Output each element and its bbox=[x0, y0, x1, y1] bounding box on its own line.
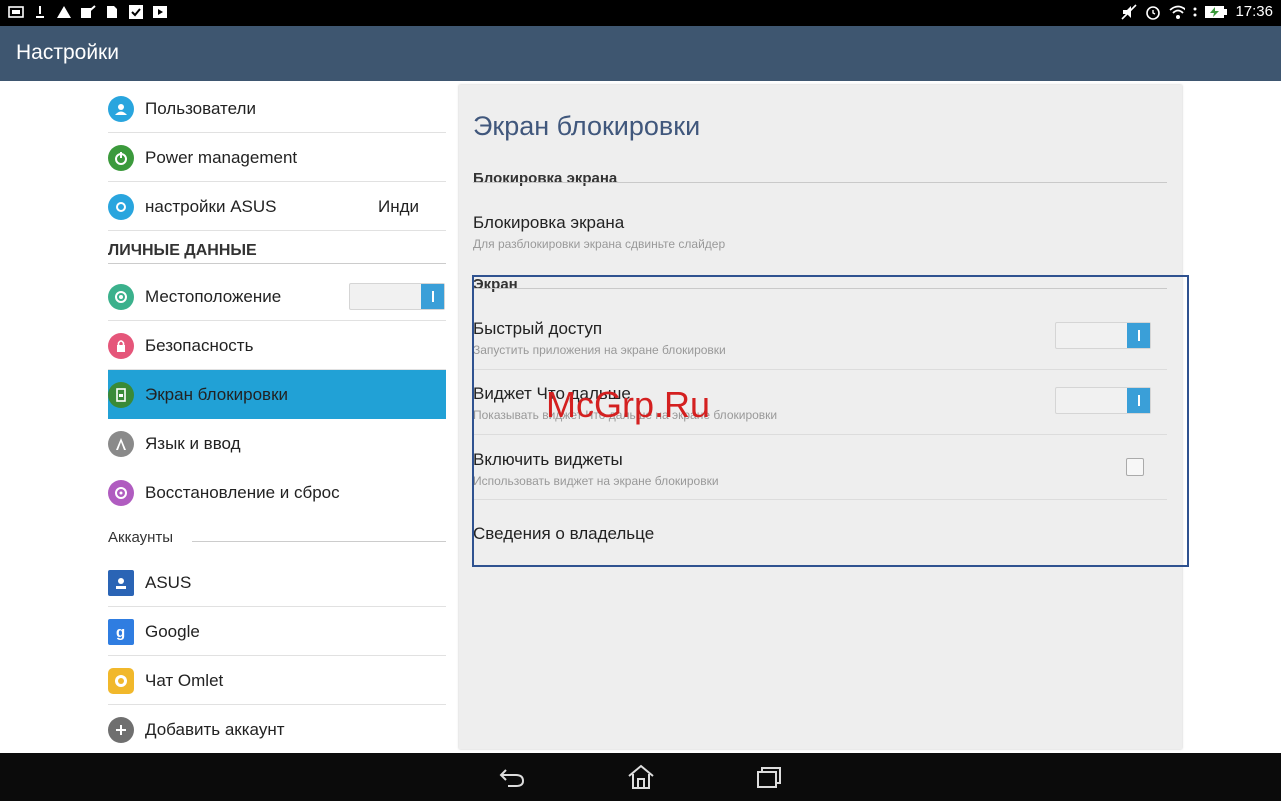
watermark: McGrp.Ru bbox=[546, 384, 711, 425]
page-title: Настройки bbox=[16, 41, 119, 64]
recents-icon[interactable] bbox=[754, 763, 784, 791]
settings-item-label: Экран блокировки bbox=[145, 384, 289, 404]
account-item-omlet[interactable]: Чат Omlet bbox=[108, 656, 446, 705]
settings-item-label: настройки ASUS bbox=[145, 196, 277, 216]
divider bbox=[108, 263, 446, 264]
settings-item-security[interactable]: Безопасность bbox=[108, 321, 446, 370]
account-item-label: ASUS bbox=[145, 572, 192, 592]
warning-icon bbox=[56, 4, 72, 20]
settings-item-power[interactable]: Power management bbox=[108, 133, 446, 182]
item-subtitle: Для разблокировки экрана сдвиньте слайде… bbox=[473, 237, 726, 251]
download-icon bbox=[32, 4, 48, 20]
gallery-icon bbox=[8, 4, 24, 20]
check-icon bbox=[128, 4, 144, 20]
system-icons: 17:36 bbox=[1121, 3, 1273, 20]
add-icon bbox=[108, 716, 134, 743]
section-title: ЛИЧНЫЕ ДАННЫЕ bbox=[108, 242, 257, 259]
item-title: Блокировка экрана bbox=[473, 213, 625, 232]
google-icon: g bbox=[108, 618, 134, 645]
battery-charging-icon bbox=[1205, 4, 1228, 20]
status-time: 17:36 bbox=[1235, 3, 1273, 20]
notification-icons bbox=[8, 4, 168, 20]
account-item-asus[interactable]: ASUS bbox=[108, 558, 446, 607]
account-item-label: Google bbox=[145, 621, 200, 641]
account-item-google[interactable]: g Google bbox=[108, 607, 446, 656]
asus-settings-icon bbox=[108, 193, 134, 220]
play-icon bbox=[152, 4, 168, 20]
settings-item-label: Восстановление и сброс bbox=[145, 482, 340, 502]
settings-item-asus[interactable]: настройки ASUS Инди bbox=[108, 182, 446, 231]
user-icon bbox=[108, 95, 134, 122]
settings-item-label: Безопасность bbox=[145, 335, 254, 355]
settings-item-label: Язык и ввод bbox=[145, 433, 241, 453]
back-icon[interactable] bbox=[497, 763, 527, 791]
home-icon[interactable] bbox=[626, 763, 656, 791]
language-icon bbox=[108, 430, 134, 457]
divider bbox=[473, 182, 1167, 183]
lock-icon bbox=[108, 332, 134, 359]
settings-item-location[interactable]: Местоположение bbox=[108, 272, 446, 321]
menu-dots-icon bbox=[1193, 4, 1197, 20]
section-title: Аккаунты bbox=[108, 529, 174, 546]
asus-account-icon bbox=[108, 569, 134, 596]
settings-list: Пользователи Power management настройки … bbox=[108, 81, 446, 753]
screen-lock-item[interactable]: Блокировка экрана Для разблокировки экра… bbox=[473, 213, 1167, 251]
svg-text:g: g bbox=[116, 624, 125, 640]
mute-icon bbox=[1121, 3, 1138, 20]
file-icon bbox=[104, 4, 120, 20]
panel-title: Экран блокировки bbox=[473, 111, 701, 141]
section-personal: ЛИЧНЫЕ ДАННЫЕ bbox=[108, 242, 446, 264]
edit-icon bbox=[80, 4, 96, 20]
settings-item-label: Пользователи bbox=[145, 98, 256, 118]
settings-item-restore[interactable]: Восстановление и сброс bbox=[108, 468, 446, 517]
account-item-label: Добавить аккаунт bbox=[145, 719, 285, 739]
toggle-knob bbox=[421, 284, 444, 309]
location-icon bbox=[108, 283, 134, 310]
section-accounts: Аккаунты bbox=[108, 529, 446, 546]
lockscreen-icon bbox=[108, 381, 134, 408]
account-item-label: Чат Omlet bbox=[145, 670, 224, 690]
restore-icon bbox=[108, 479, 134, 506]
settings-item-label: Power management bbox=[145, 147, 298, 167]
settings-main: Пользователи Power management настройки … bbox=[0, 81, 1281, 753]
alarm-icon bbox=[1145, 4, 1161, 20]
category-lock: Блокировка экрана bbox=[473, 170, 618, 187]
settings-item-label: Местоположение bbox=[145, 286, 282, 306]
settings-item-extra: Инди bbox=[378, 196, 420, 216]
omlet-icon bbox=[108, 667, 134, 694]
power-icon bbox=[108, 144, 134, 171]
divider bbox=[192, 541, 446, 542]
settings-item-users[interactable]: Пользователи bbox=[108, 84, 446, 133]
status-bar: 17:36 bbox=[0, 0, 1281, 26]
wifi-icon bbox=[1169, 4, 1186, 20]
navigation-bar bbox=[0, 753, 1281, 801]
settings-item-lockscreen[interactable]: Экран блокировки bbox=[108, 370, 446, 419]
settings-item-language[interactable]: Язык и ввод bbox=[108, 419, 446, 468]
action-bar: Настройки bbox=[0, 26, 1281, 81]
location-toggle[interactable] bbox=[349, 283, 445, 310]
add-account-item[interactable]: Добавить аккаунт bbox=[108, 705, 446, 754]
